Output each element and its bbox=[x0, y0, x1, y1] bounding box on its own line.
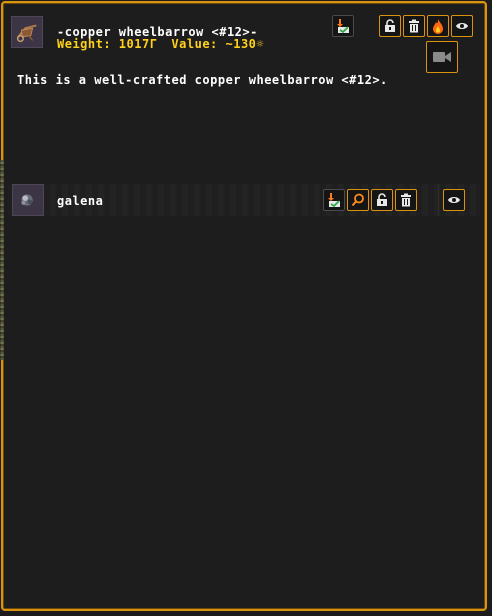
wheelbarrow-icon bbox=[11, 16, 43, 48]
unlock-icon bbox=[375, 193, 389, 207]
item-weight: Weight: 1017Г bbox=[57, 37, 158, 51]
trash-icon bbox=[399, 193, 413, 207]
content-inspect-button[interactable] bbox=[347, 189, 369, 211]
galena-ore-icon bbox=[12, 184, 44, 216]
hide-button[interactable] bbox=[451, 15, 473, 37]
item-details-window bbox=[1, 1, 487, 611]
camera-icon bbox=[432, 50, 452, 64]
item-meta: Weight: 1017Г Value: ~130☼ bbox=[57, 37, 278, 51]
row-divider bbox=[438, 185, 439, 215]
contents-item-name[interactable]: galena bbox=[57, 194, 103, 208]
trash-icon bbox=[407, 19, 421, 33]
eye-icon bbox=[455, 21, 469, 31]
unlock-icon bbox=[383, 19, 397, 33]
item-description: This is a well-crafted copper wheelbarro… bbox=[17, 73, 388, 87]
content-delete-button[interactable] bbox=[395, 189, 417, 211]
fire-icon bbox=[431, 18, 445, 34]
forbid-button[interactable] bbox=[379, 15, 401, 37]
delete-button[interactable] bbox=[403, 15, 425, 37]
zoom-to-item-button[interactable] bbox=[426, 41, 458, 73]
content-forbid-button[interactable] bbox=[371, 189, 393, 211]
background-edge bbox=[0, 160, 4, 360]
item-value: Value: ~130☼ bbox=[171, 37, 265, 51]
content-hide-button[interactable] bbox=[443, 189, 465, 211]
dump-icon bbox=[335, 18, 351, 34]
melt-button[interactable] bbox=[427, 15, 449, 37]
content-dump-button[interactable] bbox=[323, 189, 345, 211]
magnifier-icon bbox=[351, 193, 365, 207]
eye-icon bbox=[447, 195, 461, 205]
dump-button[interactable] bbox=[332, 15, 354, 37]
dump-icon bbox=[326, 192, 342, 208]
